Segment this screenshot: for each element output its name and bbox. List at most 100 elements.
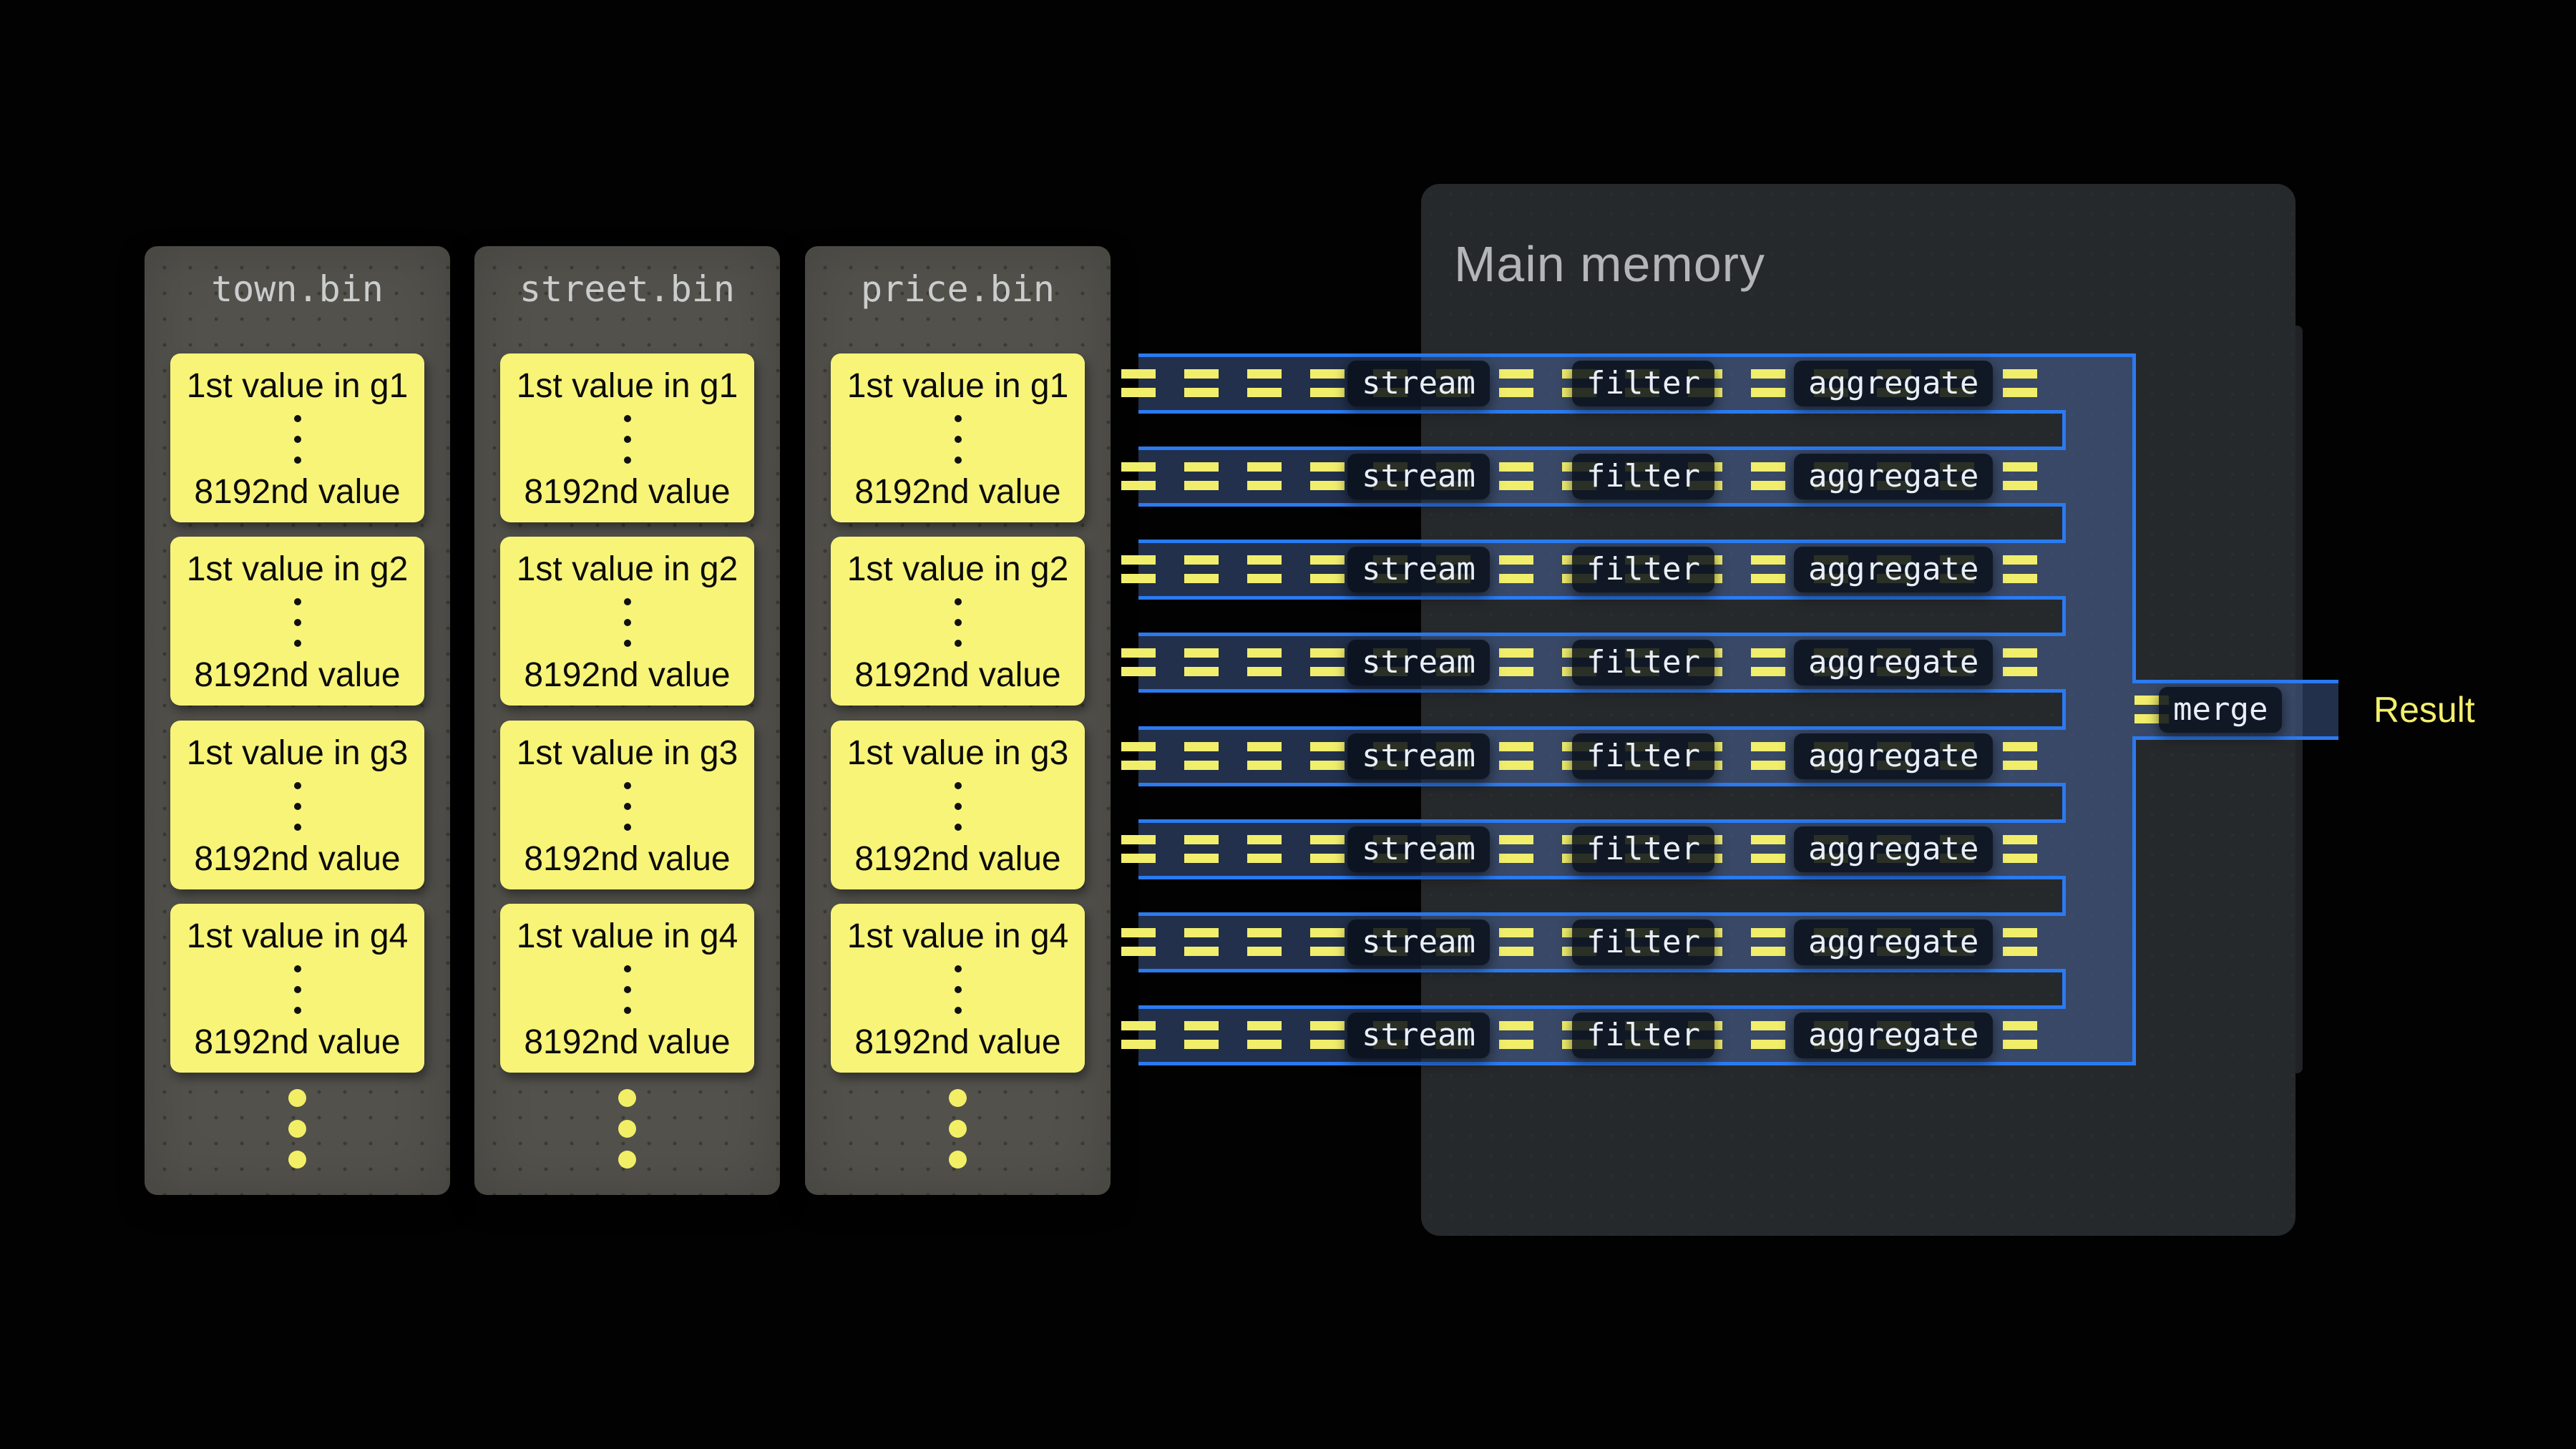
ellipsis-dots-icon	[955, 782, 962, 831]
filter-operator-chip: filter	[1572, 733, 1714, 779]
pipeline-row: stream filter aggregate	[1138, 912, 2066, 972]
group-first-value: 1st value in g1	[847, 369, 1069, 404]
group-last-value: 8192nd value	[854, 475, 1060, 509]
group-last-value: 8192nd value	[524, 475, 730, 509]
group-last-value: 8192nd value	[194, 842, 400, 877]
pipeline-collector-channel	[2066, 353, 2132, 1065]
group-last-value: 8192nd value	[194, 1025, 400, 1060]
group-first-value: 1st value in g3	[187, 736, 409, 771]
ellipsis-dots-icon	[624, 965, 631, 1014]
stream-operator-chip: stream	[1347, 826, 1490, 872]
stream-operator-chip: stream	[1347, 1013, 1490, 1058]
file-name: town.bin	[145, 268, 450, 311]
pipeline-row: stream filter aggregate	[1138, 540, 2066, 600]
aggregate-operator-chip: aggregate	[1794, 361, 1993, 406]
filter-operator-chip: filter	[1572, 454, 1714, 499]
result-label: Result	[2373, 688, 2475, 731]
pipeline-gap	[1138, 600, 2066, 633]
value-group-card: 1st value in g4 8192nd value	[170, 904, 424, 1073]
group-first-value: 1st value in g4	[187, 919, 409, 954]
channel-border-right-lower	[2132, 736, 2136, 1065]
file-column-town: town.bin 1st value in g1 8192nd value 1s…	[145, 246, 450, 1195]
ellipsis-dots-icon	[624, 598, 631, 647]
ellipsis-dots-icon	[294, 415, 301, 464]
group-last-value: 8192nd value	[854, 658, 1060, 693]
group-first-value: 1st value in g1	[517, 369, 738, 404]
ellipsis-dots-icon	[955, 598, 962, 647]
pipeline-row: stream filter aggregate	[1138, 633, 2066, 693]
value-group-card: 1st value in g3 8192nd value	[170, 721, 424, 889]
pipeline-gap	[1138, 414, 2066, 447]
more-groups-dots-icon	[474, 1089, 780, 1169]
pipeline-row: stream filter aggregate	[1138, 819, 2066, 879]
pipeline-gap	[1138, 879, 2066, 912]
pipeline-row: stream filter aggregate	[1138, 353, 2066, 414]
main-memory-title: Main memory	[1454, 235, 1765, 293]
filter-operator-chip: filter	[1572, 547, 1714, 592]
ellipsis-dots-icon	[624, 782, 631, 831]
pipeline-gap	[1138, 507, 2066, 540]
file-column-price: price.bin 1st value in g1 8192nd value 1…	[805, 246, 1111, 1195]
value-group-card: 1st value in g2 8192nd value	[170, 537, 424, 706]
value-group-card: 1st value in g1 8192nd value	[831, 353, 1085, 522]
file-name: price.bin	[805, 268, 1111, 311]
group-last-value: 8192nd value	[194, 658, 400, 693]
ellipsis-dots-icon	[955, 415, 962, 464]
channel-border-bottom	[2066, 1062, 2136, 1065]
value-group-card: 1st value in g3 8192nd value	[500, 721, 754, 889]
value-group-card: 1st value in g1 8192nd value	[170, 353, 424, 522]
stream-operator-chip: stream	[1347, 547, 1490, 592]
aggregate-operator-chip: aggregate	[1794, 733, 1993, 779]
aggregate-operator-chip: aggregate	[1794, 640, 1993, 686]
pipeline-gap	[1138, 972, 2066, 1005]
group-first-value: 1st value in g1	[187, 369, 409, 404]
aggregate-operator-chip: aggregate	[1794, 1013, 1993, 1058]
channel-border-right-upper	[2132, 353, 2136, 683]
group-last-value: 8192nd value	[854, 842, 1060, 877]
ellipsis-dots-icon	[624, 415, 631, 464]
aggregate-operator-chip: aggregate	[1794, 454, 1993, 499]
merge-operator-chip: merge	[2159, 687, 2282, 733]
stream-operator-chip: stream	[1347, 454, 1490, 499]
pipeline-row: stream filter aggregate	[1138, 447, 2066, 507]
value-group-card: 1st value in g2 8192nd value	[831, 537, 1085, 706]
group-last-value: 8192nd value	[854, 1025, 1060, 1060]
filter-operator-chip: filter	[1572, 1013, 1714, 1058]
stream-operator-chip: stream	[1347, 733, 1490, 779]
stream-operator-chip: stream	[1347, 919, 1490, 965]
value-group-card: 1st value in g4 8192nd value	[500, 904, 754, 1073]
group-first-value: 1st value in g3	[847, 736, 1069, 771]
pipeline-row: stream filter aggregate	[1138, 1005, 2066, 1065]
file-name: street.bin	[474, 268, 780, 311]
filter-operator-chip: filter	[1572, 361, 1714, 406]
file-column-street: street.bin 1st value in g1 8192nd value …	[474, 246, 780, 1195]
group-first-value: 1st value in g3	[517, 736, 738, 771]
group-first-value: 1st value in g2	[187, 552, 409, 587]
value-group-card: 1st value in g2 8192nd value	[500, 537, 754, 706]
filter-operator-chip: filter	[1572, 919, 1714, 965]
value-group-card: 1st value in g4 8192nd value	[831, 904, 1085, 1073]
value-group-card: 1st value in g3 8192nd value	[831, 721, 1085, 889]
aggregate-operator-chip: aggregate	[1794, 826, 1993, 872]
more-groups-dots-icon	[145, 1089, 450, 1169]
group-last-value: 8192nd value	[194, 475, 400, 509]
group-first-value: 1st value in g2	[847, 552, 1069, 587]
group-first-value: 1st value in g4	[517, 919, 738, 954]
diagram-canvas: town.bin 1st value in g1 8192nd value 1s…	[0, 0, 2576, 1449]
pipeline-row: stream filter aggregate	[1138, 726, 2066, 786]
group-first-value: 1st value in g4	[847, 919, 1069, 954]
group-first-value: 1st value in g2	[517, 552, 738, 587]
pipeline-gap	[1138, 786, 2066, 819]
value-group-card: 1st value in g1 8192nd value	[500, 353, 754, 522]
more-groups-dots-icon	[805, 1089, 1111, 1169]
aggregate-operator-chip: aggregate	[1794, 547, 1993, 592]
group-last-value: 8192nd value	[524, 842, 730, 877]
pipeline-gap	[1138, 693, 2066, 726]
ellipsis-dots-icon	[294, 965, 301, 1014]
filter-operator-chip: filter	[1572, 640, 1714, 686]
merge-pipe: merge	[2132, 680, 2338, 740]
stream-operator-chip: stream	[1347, 640, 1490, 686]
aggregate-operator-chip: aggregate	[1794, 919, 1993, 965]
channel-border-top	[2066, 353, 2136, 357]
ellipsis-dots-icon	[955, 965, 962, 1014]
